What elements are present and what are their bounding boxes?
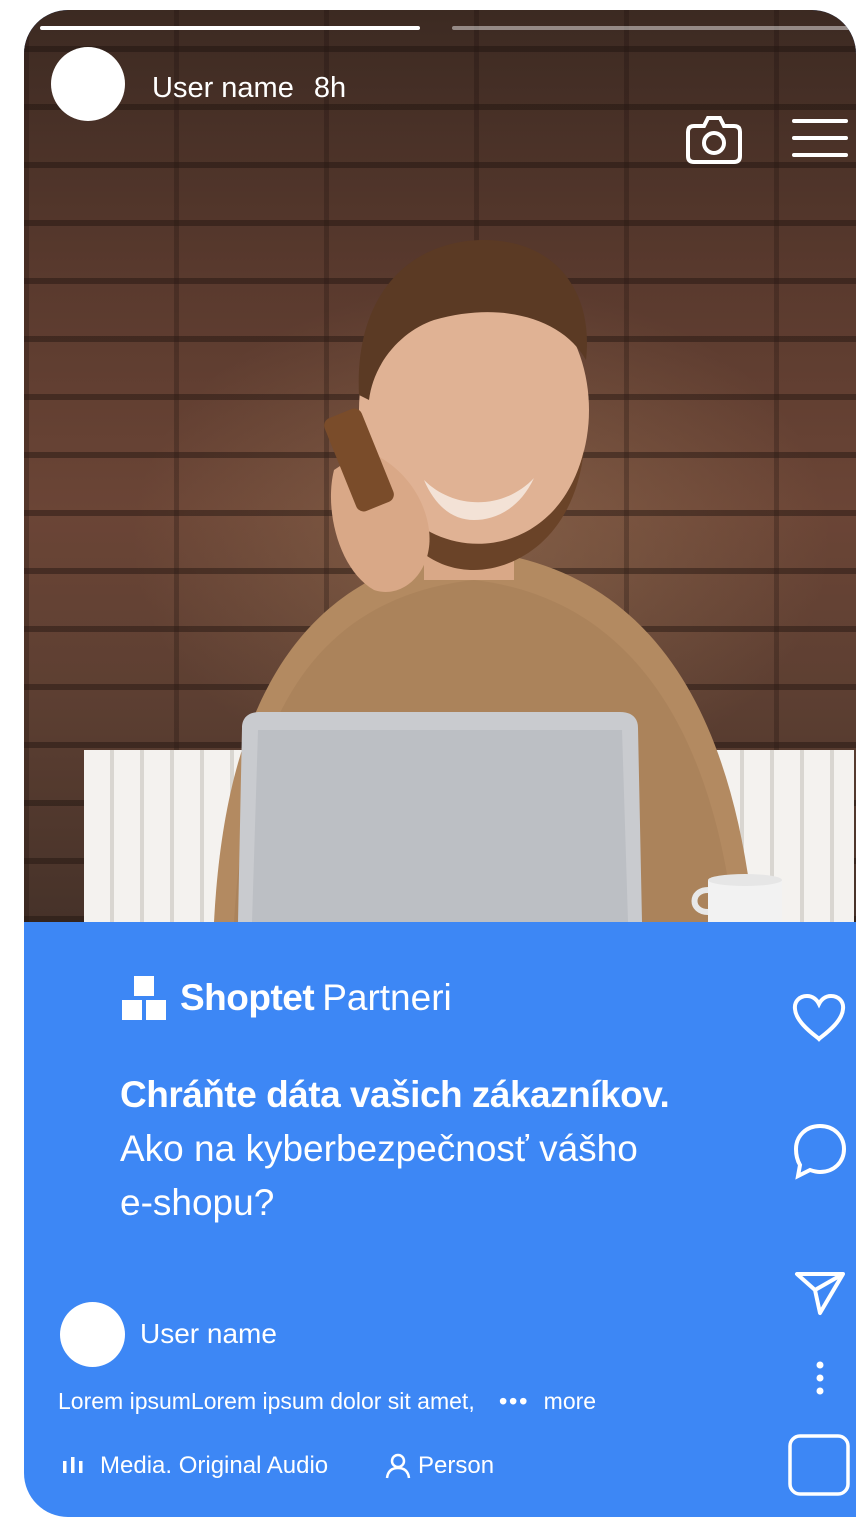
more-link[interactable]: more <box>544 1388 596 1414</box>
headline-title: Chráňte dáta vašich zákazníkov. <box>120 1074 670 1115</box>
headline-subtitle-line1: Ako na kyberbezpečnosť vášho <box>120 1128 638 1169</box>
post-description-text: Lorem ipsumLorem ipsum dolor sit amet, <box>58 1388 475 1414</box>
brand-name-bold: Shoptet <box>180 977 315 1018</box>
square-thumbnail-icon[interactable] <box>788 1434 850 1496</box>
audio-info[interactable]: Media. Original Audio <box>62 1452 328 1480</box>
audio-bars-icon <box>63 1457 83 1473</box>
shoptet-logo-icon <box>122 976 166 1020</box>
post-user-name[interactable]: User name <box>140 1318 277 1350</box>
post-avatar[interactable] <box>60 1302 125 1367</box>
more-vertical-icon[interactable] <box>814 1360 826 1396</box>
heart-icon[interactable] <box>792 994 846 1042</box>
ellipsis-icon: ••• <box>499 1388 530 1414</box>
audio-label: Media. Original Audio <box>100 1452 329 1479</box>
headline-subtitle-line2: e-shopu? <box>120 1182 275 1223</box>
camera-icon[interactable] <box>686 112 742 164</box>
laptop <box>238 712 642 922</box>
person-icon <box>385 1453 411 1479</box>
story-progress-next <box>452 26 856 30</box>
send-icon[interactable] <box>794 1270 846 1316</box>
hamburger-menu-icon[interactable] <box>792 117 848 159</box>
header-user-name[interactable]: User name <box>152 72 294 104</box>
person-label: Person <box>418 1452 495 1479</box>
brand-logo: Shoptet Partneri <box>120 974 452 1022</box>
story-progress-current <box>40 26 420 30</box>
coffee-cup <box>691 874 782 922</box>
brand-name-regular: Partneri <box>322 977 452 1018</box>
comment-bubble-icon[interactable] <box>792 1122 848 1180</box>
header-time-ago: 8h <box>313 72 347 104</box>
person-tag[interactable]: Person <box>384 1452 494 1480</box>
header-avatar[interactable] <box>51 47 125 121</box>
story-headline: Chráňte dáta vašich zákazníkov. Ako na k… <box>120 1068 760 1230</box>
post-description: Lorem ipsumLorem ipsum dolor sit amet, •… <box>58 1388 596 1415</box>
story-view: User name 8h Shoptet Partneri Chráňte dá… <box>24 10 856 1517</box>
header-user-info[interactable]: User name 8h <box>152 72 346 105</box>
